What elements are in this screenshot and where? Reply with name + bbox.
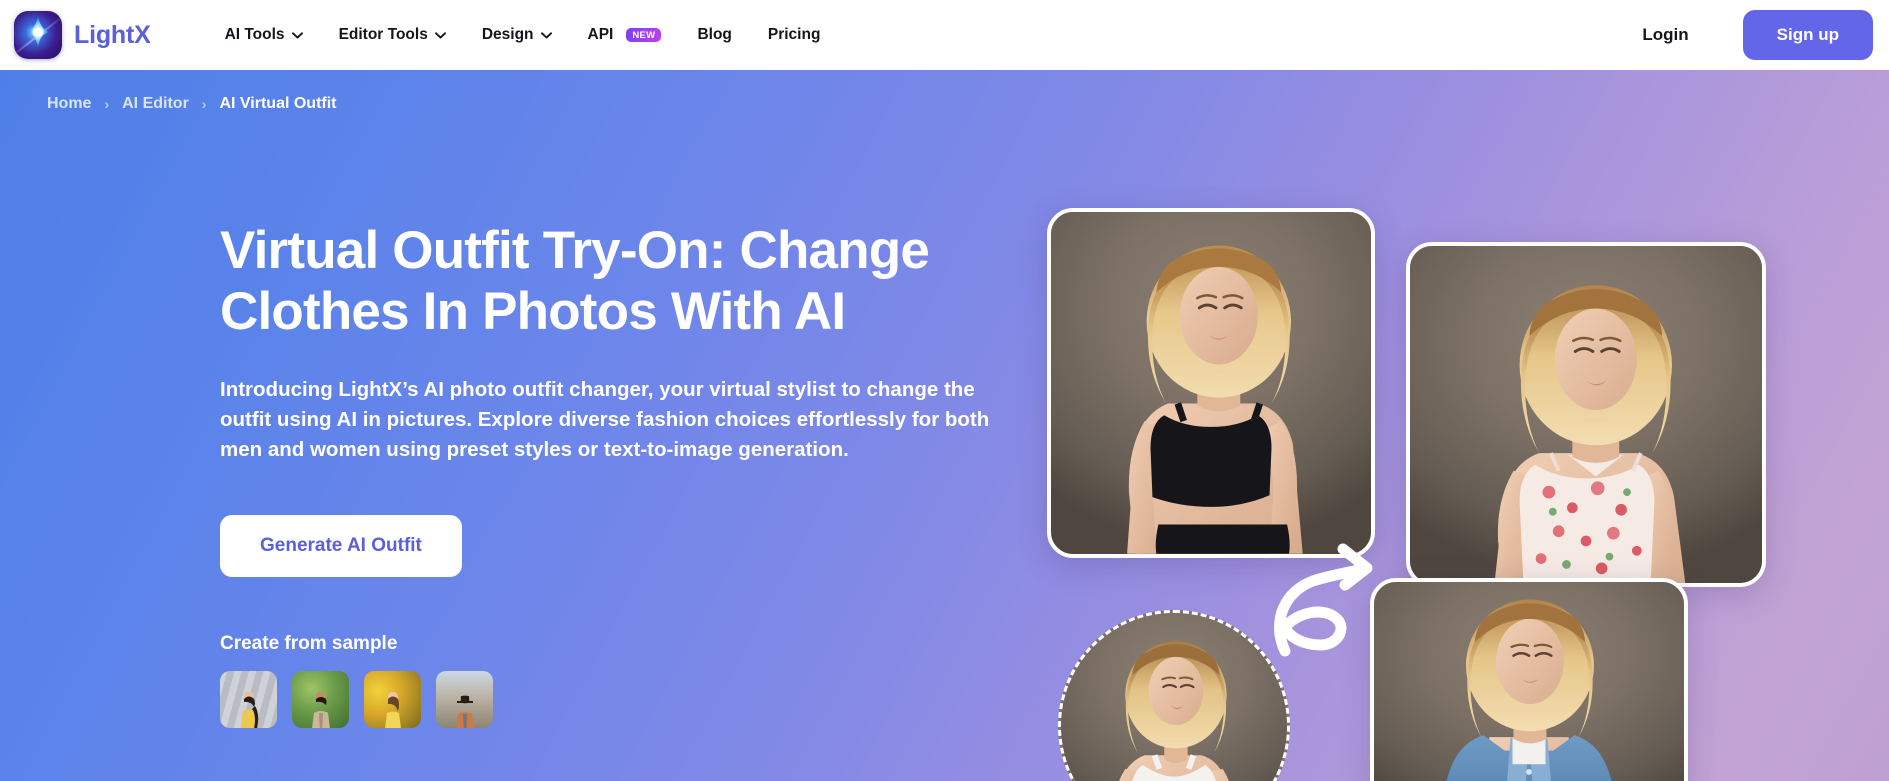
hero-image-model-black-crop-top bbox=[1047, 208, 1375, 558]
hero-copy: Virtual Outfit Try-On: Change Clothes In… bbox=[220, 220, 1020, 729]
signup-button[interactable]: Sign up bbox=[1742, 10, 1873, 60]
breadcrumb-item-ai-editor[interactable]: AI Editor bbox=[122, 95, 189, 113]
nav-item-ai-tools-label: AI Tools bbox=[224, 26, 285, 43]
nav-item-blog-label: Blog bbox=[697, 26, 732, 43]
create-from-sample-label: Create from sample bbox=[220, 633, 398, 655]
curved-transform-arrow-icon bbox=[1274, 543, 1373, 657]
sample-thumbnail-row bbox=[220, 671, 1020, 729]
top-navigation-bar: LightX AI Tools Editor Tools Design API … bbox=[0, 0, 1889, 70]
breadcrumb-separator-icon: › bbox=[104, 96, 110, 112]
nav-actions: Login Sign up bbox=[1620, 10, 1889, 60]
sample-thumbnail-man-hat-ruins[interactable] bbox=[436, 671, 493, 729]
sample-thumbnail-woman-yellow-top[interactable] bbox=[220, 671, 277, 729]
breadcrumb: Home › AI Editor › AI Virtual Outfit bbox=[47, 95, 337, 113]
nav-item-ai-tools[interactable]: AI Tools bbox=[207, 16, 321, 54]
breadcrumb-item-home[interactable]: Home bbox=[47, 95, 91, 113]
hero-image-model-white-tank-top bbox=[1058, 610, 1290, 781]
hero-section: Home › AI Editor › AI Virtual Outfit Vir… bbox=[0, 70, 1889, 781]
nav-item-design-label: Design bbox=[481, 26, 534, 43]
sample-thumbnail-woman-yellow-flowers[interactable] bbox=[364, 671, 421, 729]
page-title: Virtual Outfit Try-On: Change Clothes In… bbox=[220, 221, 930, 342]
nav-item-api-label: API bbox=[587, 26, 614, 43]
lightx-spark-logo-icon bbox=[14, 11, 62, 59]
chevron-down-icon bbox=[291, 31, 303, 39]
nav-item-editor-tools[interactable]: Editor Tools bbox=[321, 16, 464, 54]
nav-item-editor-tools-label: Editor Tools bbox=[338, 26, 428, 43]
chevron-down-icon bbox=[434, 31, 446, 39]
breadcrumb-separator-icon: › bbox=[201, 96, 207, 112]
breadcrumb-item-current: AI Virtual Outfit bbox=[219, 95, 337, 112]
login-link[interactable]: Login bbox=[1620, 15, 1710, 55]
nav-item-blog[interactable]: Blog bbox=[679, 16, 749, 54]
chevron-down-icon bbox=[540, 31, 552, 39]
brand-name-text: LightX bbox=[74, 20, 151, 49]
hero-image-model-denim-jacket bbox=[1370, 578, 1688, 781]
nav-item-pricing-label: Pricing bbox=[767, 26, 821, 43]
hero-subtitle: Introducing LightX’s AI photo outfit cha… bbox=[220, 377, 990, 462]
hero-image-model-floral-dress bbox=[1406, 242, 1766, 587]
nav-item-pricing[interactable]: Pricing bbox=[750, 16, 839, 54]
brand-logo-link[interactable]: LightX bbox=[14, 11, 151, 59]
nav-item-api[interactable]: API NEW bbox=[570, 16, 680, 54]
nav-item-design[interactable]: Design bbox=[464, 16, 570, 54]
nav-links: AI Tools Editor Tools Design API NEW Blo… bbox=[207, 16, 839, 54]
sample-thumbnail-man-outdoors[interactable] bbox=[292, 671, 349, 729]
new-badge: NEW bbox=[626, 28, 662, 42]
generate-ai-outfit-button[interactable]: Generate AI Outfit bbox=[220, 515, 462, 578]
